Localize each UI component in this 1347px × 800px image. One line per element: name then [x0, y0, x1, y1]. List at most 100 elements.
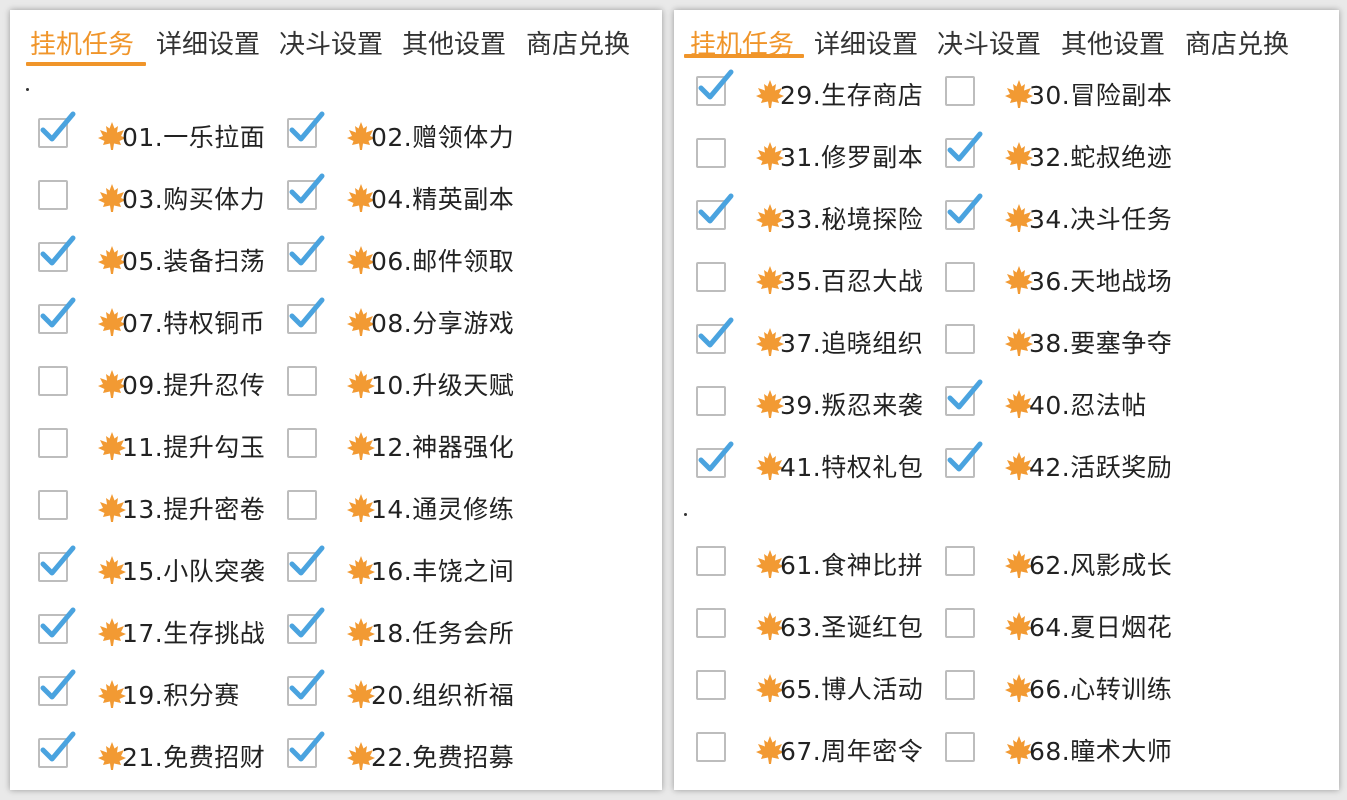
task-checkbox[interactable]	[945, 131, 983, 168]
task-checkbox[interactable]	[287, 235, 325, 272]
task-item[interactable]: 21.免费招财	[38, 731, 279, 778]
tab-idle-tasks[interactable]: 挂机任务	[30, 24, 134, 61]
task-checkbox[interactable]	[696, 193, 734, 230]
task-checkbox[interactable]	[696, 317, 734, 354]
task-item[interactable]: 18.任务会所	[287, 607, 528, 654]
task-item[interactable]: 68.瞳术大师	[945, 728, 1186, 772]
task-checkbox[interactable]	[38, 366, 68, 396]
task-item[interactable]: 20.组织祈福	[287, 669, 528, 716]
task-checkbox[interactable]	[287, 545, 325, 582]
task-item[interactable]: 10.升级天赋	[287, 362, 528, 406]
task-checkbox[interactable]	[945, 732, 975, 762]
task-item[interactable]: 35.百忍大战	[696, 258, 937, 302]
task-item[interactable]: 04.精英副本	[287, 173, 528, 220]
task-checkbox[interactable]	[38, 180, 68, 210]
task-item[interactable]: 13.提升密卷	[38, 486, 279, 530]
task-checkbox[interactable]	[287, 366, 317, 396]
task-item[interactable]: 08.分享游戏	[287, 297, 528, 344]
task-checkbox[interactable]	[38, 111, 76, 148]
task-checkbox[interactable]	[945, 441, 983, 478]
task-item[interactable]: 14.通灵修练	[287, 486, 528, 530]
tab-duel-settings[interactable]: 决斗设置	[279, 24, 383, 61]
task-checkbox[interactable]	[287, 607, 325, 644]
task-checkbox[interactable]	[287, 669, 325, 706]
task-item[interactable]: 29.生存商店	[696, 69, 937, 116]
task-item[interactable]: 01.一乐拉面	[38, 111, 279, 158]
task-item[interactable]: 16.丰饶之间	[287, 545, 528, 592]
task-item[interactable]: 11.提升勾玉	[38, 424, 279, 468]
task-item[interactable]: 03.购买体力	[38, 176, 279, 220]
task-item[interactable]: 61.食神比拼	[696, 542, 937, 586]
task-checkbox[interactable]	[287, 490, 317, 520]
task-checkbox[interactable]	[945, 546, 975, 576]
tab-other-settings[interactable]: 其他设置	[1061, 24, 1165, 61]
task-label: 17.生存挑战	[122, 619, 266, 648]
task-label: 37.追晓组织	[780, 329, 924, 358]
task-checkbox[interactable]	[696, 546, 726, 576]
task-item[interactable]: 05.装备扫荡	[38, 235, 279, 282]
task-checkbox[interactable]	[696, 608, 726, 638]
task-item[interactable]: 17.生存挑战	[38, 607, 279, 654]
task-item[interactable]: 06.邮件领取	[287, 235, 528, 282]
task-checkbox[interactable]	[696, 670, 726, 700]
task-item[interactable]: 65.博人活动	[696, 666, 937, 710]
task-item[interactable]: 31.修罗副本	[696, 134, 937, 178]
task-item[interactable]: 39.叛忍来袭	[696, 382, 937, 426]
tab-duel-settings[interactable]: 决斗设置	[937, 24, 1041, 61]
task-checkbox[interactable]	[38, 490, 68, 520]
task-checkbox[interactable]	[38, 731, 76, 768]
task-item[interactable]: 12.神器强化	[287, 424, 528, 468]
task-checkbox[interactable]	[696, 69, 734, 106]
task-checkbox[interactable]	[696, 386, 726, 416]
task-checkbox[interactable]	[287, 428, 317, 458]
task-checkbox[interactable]	[945, 193, 983, 230]
task-checkbox[interactable]	[38, 545, 76, 582]
task-checkbox[interactable]	[38, 297, 76, 334]
task-checkbox[interactable]	[696, 732, 726, 762]
task-item[interactable]: 40.忍法帖	[945, 379, 1186, 426]
task-checkbox[interactable]	[38, 428, 68, 458]
task-checkbox[interactable]	[287, 111, 325, 148]
task-item[interactable]: 07.特权铜币	[38, 297, 279, 344]
task-checkbox[interactable]	[945, 324, 975, 354]
task-item[interactable]: 64.夏日烟花	[945, 604, 1186, 648]
task-item[interactable]: 67.周年密令	[696, 728, 937, 772]
task-item[interactable]: 66.心转训练	[945, 666, 1186, 710]
tab-detail-settings[interactable]: 详细设置	[156, 24, 260, 61]
task-item[interactable]: 15.小队突袭	[38, 545, 279, 592]
tab-other-settings[interactable]: 其他设置	[402, 24, 506, 61]
task-item[interactable]: 37.追晓组织	[696, 317, 937, 364]
task-item[interactable]: 42.活跃奖励	[945, 441, 1186, 488]
task-item[interactable]: 32.蛇叔绝迹	[945, 131, 1186, 178]
task-item[interactable]: 34.决斗任务	[945, 193, 1186, 240]
task-item[interactable]: 30.冒险副本	[945, 72, 1186, 116]
task-checkbox[interactable]	[696, 262, 726, 292]
task-checkbox[interactable]	[287, 731, 325, 768]
task-checkbox[interactable]	[945, 608, 975, 638]
task-checkbox[interactable]	[287, 173, 325, 210]
task-checkbox[interactable]	[945, 262, 975, 292]
task-checkbox[interactable]	[945, 76, 975, 106]
task-checkbox[interactable]	[38, 607, 76, 644]
tab-detail-settings[interactable]: 详细设置	[814, 24, 918, 61]
tab-shop-exchange[interactable]: 商店兑换	[1185, 24, 1289, 61]
task-item[interactable]: 38.要塞争夺	[945, 320, 1186, 364]
tab-shop-exchange[interactable]: 商店兑换	[526, 24, 630, 61]
task-checkbox[interactable]	[38, 669, 76, 706]
task-checkbox[interactable]	[945, 670, 975, 700]
task-item[interactable]: 63.圣诞红包	[696, 604, 937, 648]
task-item[interactable]: 22.免费招募	[287, 731, 528, 778]
task-item[interactable]: 19.积分赛	[38, 669, 279, 716]
task-label: 42.活跃奖励	[1029, 453, 1173, 482]
task-item[interactable]: 33.秘境探险	[696, 193, 937, 240]
task-item[interactable]: 41.特权礼包	[696, 441, 937, 488]
task-item[interactable]: 09.提升忍传	[38, 362, 279, 406]
task-checkbox[interactable]	[696, 138, 726, 168]
task-checkbox[interactable]	[945, 379, 983, 416]
task-item[interactable]: 36.天地战场	[945, 258, 1186, 302]
task-checkbox[interactable]	[38, 235, 76, 272]
task-item[interactable]: 02.赠领体力	[287, 111, 528, 158]
task-checkbox[interactable]	[287, 297, 325, 334]
task-checkbox[interactable]	[696, 441, 734, 478]
task-item[interactable]: 62.风影成长	[945, 542, 1186, 586]
